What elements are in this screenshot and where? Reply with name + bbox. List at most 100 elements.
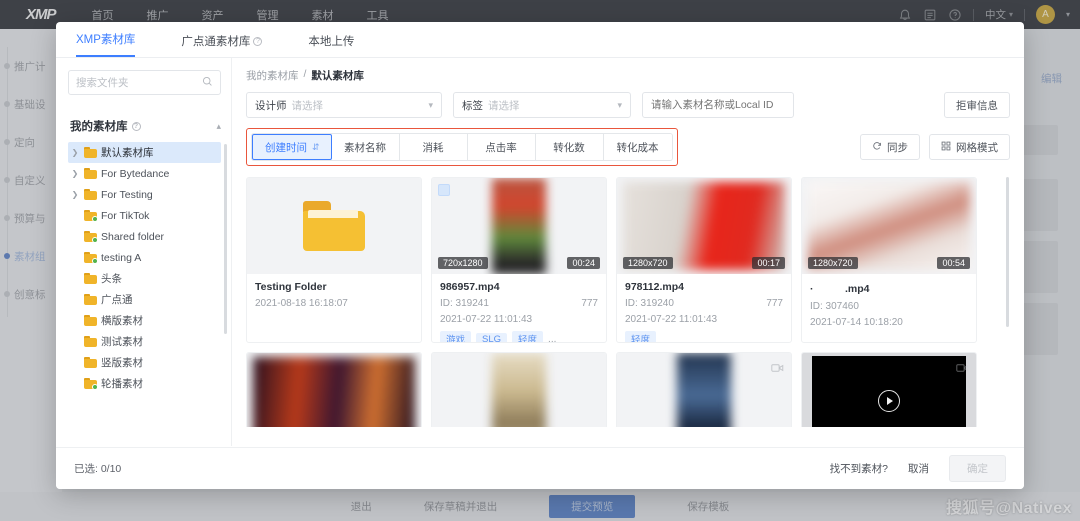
sort-tab-ctr[interactable]: 点击率	[467, 134, 536, 160]
shared-folder-icon	[84, 378, 98, 390]
folder-label: For TikTok	[101, 209, 150, 222]
tag-chip[interactable]: 轻度	[512, 331, 544, 342]
sort-bar-actions: 同步 网格模式	[860, 134, 1010, 160]
sort-tab-label: 创建时间	[265, 141, 307, 154]
material-card[interactable]	[616, 352, 792, 427]
material-card[interactable]	[246, 352, 422, 427]
sync-button[interactable]: 同步	[860, 134, 920, 160]
search-input[interactable]	[76, 76, 196, 89]
folder-item-gdt[interactable]: ❯ 广点通	[68, 289, 221, 310]
sort-tab-material-name[interactable]: 素材名称	[331, 134, 400, 160]
folder-item-toutiao[interactable]: ❯ 头条	[68, 268, 221, 289]
sort-tab-conversion-cost[interactable]: 转化成本	[603, 134, 672, 160]
folder-label: 默认素材库	[101, 147, 154, 159]
sort-tab-conversions[interactable]: 转化数	[535, 134, 604, 160]
folder-item-shared-folder[interactable]: ❯ Shared folder	[68, 226, 221, 247]
material-card[interactable]: 720x1280 00:24 986957.mp4 ID: 319241 777…	[431, 177, 607, 343]
tag-select[interactable]: 标签 请选择 ▾	[453, 92, 631, 118]
folder-tree: ❯ 默认素材库 ❯ For Bytedance ❯ For Testing Fo…	[68, 142, 221, 394]
chevron-up-icon[interactable]: ▴	[216, 121, 221, 132]
folder-label: 轮播素材	[101, 378, 143, 390]
card-info: · .mp4 ID: 307460 2021-07-14 10:18:20	[802, 274, 976, 328]
chevron-down-icon: ▾	[617, 99, 622, 110]
shared-folder-icon	[84, 231, 98, 243]
material-card[interactable]	[431, 352, 607, 427]
reject-info-button[interactable]: 拒审信息	[944, 92, 1010, 118]
play-icon[interactable]	[878, 390, 900, 412]
cannot-find-material-link[interactable]: 找不到素材?	[830, 461, 888, 476]
folder-item-for-tiktok[interactable]: ❯ For TikTok	[68, 205, 221, 226]
folder-item-carousel[interactable]: ❯ 轮播素材	[68, 373, 221, 394]
tag-overflow[interactable]: ...	[548, 334, 556, 343]
folder-icon	[84, 273, 97, 284]
shared-folder-icon	[84, 210, 98, 222]
folder-item-landscape[interactable]: ❯ 横版素材	[68, 310, 221, 331]
card-info: Testing Folder 2021-08-18 16:18:07	[247, 274, 421, 309]
tab-gdt-library[interactable]: 广点通素材库 ?	[181, 33, 263, 57]
card-id-row: ID: 319241 777	[440, 298, 598, 309]
folder-icon	[84, 294, 97, 305]
folder-icon	[303, 201, 365, 251]
tab-label: 广点通素材库	[181, 36, 251, 48]
material-name-input[interactable]	[651, 99, 785, 111]
folder-label: 头条	[101, 273, 122, 285]
sync-label: 同步	[887, 141, 908, 154]
breadcrumb-root[interactable]: 我的素材库	[246, 68, 299, 83]
dialog-body: 我的素材库 ? ▴ ❯ 默认素材库 ❯ For Bytedance	[56, 58, 1024, 446]
card-date: 2021-07-14 10:18:20	[810, 317, 903, 328]
tag-chip[interactable]: 游戏	[440, 331, 472, 342]
folder-label: 竖版素材	[101, 357, 143, 369]
chevron-right-icon[interactable]: ❯	[70, 169, 80, 178]
folder-icon	[84, 189, 97, 200]
tag-chip[interactable]: SLG	[476, 332, 508, 342]
folder-item-for-bytedance[interactable]: ❯ For Bytedance	[68, 163, 221, 184]
designer-label: 设计师	[255, 99, 287, 112]
sort-tab-create-time[interactable]: 创建时间 ⇵	[252, 134, 332, 160]
video-preview	[253, 357, 415, 427]
folder-item-for-testing[interactable]: ❯ For Testing	[68, 184, 221, 205]
folder-label: testing A	[101, 251, 142, 264]
sort-tab-label: 转化数	[553, 141, 585, 154]
video-preview	[492, 178, 546, 274]
folder-item-portrait[interactable]: ❯ 竖版素材	[68, 352, 221, 373]
card-name: 978112.mp4	[625, 281, 684, 293]
folder-scrollbar[interactable]	[224, 144, 227, 334]
tab-local-upload[interactable]: 本地上传	[308, 33, 354, 57]
card-id: ID: 307460	[810, 301, 859, 312]
chevron-right-icon[interactable]: ❯	[70, 148, 80, 157]
select-checkbox[interactable]	[438, 184, 450, 196]
sort-desc-icon: ⇵	[312, 141, 319, 152]
folder-item-default[interactable]: ❯ 默认素材库	[68, 142, 221, 163]
folder-label: For Testing	[101, 188, 153, 201]
duration-badge: 00:24	[567, 257, 600, 269]
folder-icon	[84, 168, 97, 179]
tab-xmp-library[interactable]: XMP素材库	[76, 31, 136, 57]
grid-icon	[941, 141, 951, 154]
card-thumbnail: 1280x720 00:17	[617, 178, 791, 274]
folder-search-box[interactable]	[68, 70, 221, 95]
folder-item-test-material[interactable]: ❯ 测试素材	[68, 331, 221, 352]
confirm-button[interactable]: 确定	[949, 455, 1006, 482]
chevron-right-icon[interactable]: ❯	[70, 190, 80, 199]
help-icon[interactable]: ?	[131, 121, 141, 131]
grid-mode-button[interactable]: 网格模式	[929, 134, 1010, 160]
grid-scrollbar[interactable]	[1006, 177, 1009, 327]
help-icon[interactable]: ?	[253, 36, 263, 46]
search-icon[interactable]	[202, 76, 213, 90]
dialog-tab-bar: XMP素材库 广点通素材库 ? 本地上传	[56, 22, 1024, 58]
folder-item-testing-a[interactable]: ❯ testing A	[68, 247, 221, 268]
material-card[interactable]: 1280x720 00:17 978112.mp4 ID: 319240 777…	[616, 177, 792, 343]
card-id-row: ID: 307460	[810, 301, 968, 312]
designer-select[interactable]: 设计师 请选择 ▾	[246, 92, 442, 118]
cancel-button[interactable]: 取消	[908, 461, 929, 476]
sort-tab-cost[interactable]: 消耗	[399, 134, 468, 160]
video-preview	[492, 353, 546, 427]
dialog-footer: 已选: 0/10 找不到素材? 取消 确定	[56, 447, 1024, 489]
tag-chip[interactable]: 轻度	[625, 331, 657, 342]
material-card[interactable]: 1280x720 00:54 · .mp4 ID: 307460 2021-07…	[801, 177, 977, 343]
material-card[interactable]	[801, 352, 977, 427]
my-library-header[interactable]: 我的素材库 ? ▴	[68, 112, 221, 140]
material-name-input-wrap[interactable]	[642, 92, 794, 118]
card-name: · .mp4	[810, 283, 870, 295]
material-card-folder[interactable]: Testing Folder 2021-08-18 16:18:07	[246, 177, 422, 343]
